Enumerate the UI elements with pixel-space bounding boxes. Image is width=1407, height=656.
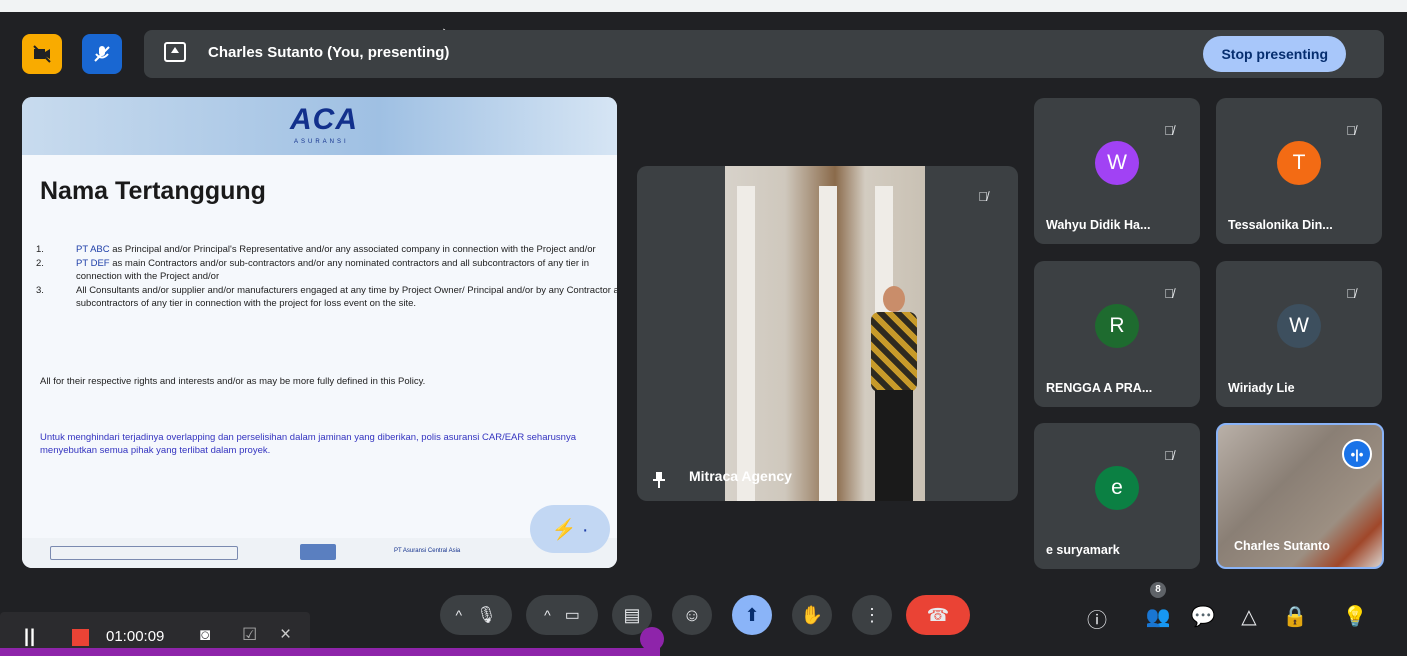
presenter-head	[883, 286, 905, 312]
present-icon: ⬆	[744, 604, 760, 625]
hangup-icon: ☎	[926, 604, 950, 625]
slide-list-item: 2. PT DEF as main Contractors and/or sub-…	[36, 258, 590, 282]
recording-handle[interactable]	[640, 627, 664, 651]
slide-list-item: 3. All Consultants and/or supplier and/or…	[36, 285, 617, 309]
presenter-shirt	[871, 312, 917, 392]
participant-tile[interactable]: 🎙̸ W Wahyu Didik Ha...	[1034, 98, 1200, 244]
mic-muted-icon: 🎙̸	[1164, 123, 1174, 138]
emoji-button[interactable]: ☺	[672, 595, 712, 635]
presenting-bar: Charles Sutanto (You, presenting) Stop p…	[144, 30, 1384, 78]
chevron-up-icon[interactable]: ^	[544, 607, 551, 623]
mic-control-group[interactable]: ^ 🎙	[440, 595, 512, 635]
avatar: T	[1277, 141, 1321, 185]
aca-logo-subtitle: ASURANSI	[294, 139, 349, 145]
browser-top-strip	[0, 0, 1407, 12]
pause-icon[interactable]: | |	[24, 626, 35, 647]
participant-name: e suryamark	[1046, 543, 1120, 557]
participant-tile[interactable]: 🎙̸ R RENGGA A PRA...	[1034, 261, 1200, 407]
presenter-figure	[865, 286, 925, 501]
slide-effects-button[interactable]: ⚡ ·	[530, 505, 610, 553]
mic-muted-icon: 🎙̸	[1346, 123, 1356, 138]
captions-icon: ▤	[623, 604, 641, 625]
more-options-button[interactable]: ⋮	[852, 595, 892, 635]
stop-presenting-button[interactable]: Stop presenting	[1203, 36, 1346, 72]
close-icon[interactable]: ×	[280, 624, 291, 646]
more-icon: ⋮	[863, 604, 881, 625]
self-video-tile[interactable]: •|• Charles Sutanto	[1216, 423, 1384, 569]
participant-name: Wiriady Lie	[1228, 381, 1295, 395]
participant-name: RENGGA A PRA...	[1046, 381, 1153, 395]
hand-icon: ✋	[800, 604, 824, 625]
chat-icon[interactable]: 💬	[1190, 604, 1216, 629]
self-name: Charles Sutanto	[1234, 539, 1330, 553]
edit-icon[interactable]: ☑	[242, 625, 257, 645]
mic-muted-icon: 🎙̸	[1346, 286, 1356, 301]
mic-muted-icon: 🎙̸	[1164, 448, 1174, 463]
chevron-up-icon[interactable]: ^	[456, 607, 463, 623]
speaking-indicator-icon: •|•	[1342, 439, 1372, 469]
leave-call-button[interactable]: ☎	[906, 595, 970, 635]
mic-off-icon	[94, 46, 110, 62]
mic-muted-icon: 🎙̸	[978, 189, 988, 204]
mic-icon[interactable]: 🎙	[476, 605, 496, 625]
slide-footer-text: PT Asuransi Central Asia	[394, 548, 461, 554]
people-icon[interactable]: 👥	[1145, 604, 1171, 629]
camera-off-button[interactable]	[22, 34, 62, 74]
participant-tile[interactable]: 🎙̸ e e suryamark	[1034, 423, 1200, 569]
recording-timer: 01:00:09	[106, 628, 165, 645]
camera-snapshot-icon[interactable]: ◙	[200, 625, 210, 645]
camera-control-group[interactable]: ^ ▭	[526, 595, 598, 635]
present-button[interactable]: ⬆	[732, 595, 772, 635]
presenting-label: Charles Sutanto (You, presenting)	[208, 44, 450, 61]
camera-icon[interactable]: ▭	[565, 605, 580, 625]
slide-title: Nama Tertanggung	[40, 177, 266, 205]
participant-tile[interactable]: 🎙̸ T Tessalonika Din...	[1216, 98, 1382, 244]
host-controls-icon[interactable]: 🔒	[1282, 604, 1308, 629]
slide-note: Untuk menghindari terjadinya overlapping…	[40, 432, 576, 456]
main-video-name: Mitraca Agency	[689, 468, 792, 484]
info-icon[interactable]: ⓘ	[1084, 604, 1110, 633]
avatar: W	[1095, 141, 1139, 185]
participant-name: Tessalonika Din...	[1228, 218, 1333, 232]
avatar: e	[1095, 466, 1139, 510]
activities-icon[interactable]: △	[1236, 604, 1262, 629]
video-pillar	[819, 186, 837, 501]
raise-hand-button[interactable]: ✋	[792, 595, 832, 635]
present-screen-icon	[164, 42, 186, 62]
presenter-pants	[875, 390, 913, 501]
lightbulb-icon[interactable]: 💡	[1342, 604, 1368, 629]
slide-list-item: 1. PT ABC as Principal and/or Principal's…	[36, 244, 596, 255]
mic-muted-icon: 🎙̸	[1164, 286, 1174, 301]
participant-tile[interactable]: 🎙̸ W Wiriady Lie	[1216, 261, 1382, 407]
slide-paragraph: All for their respective rights and inte…	[40, 376, 426, 387]
video-pillar	[737, 186, 755, 501]
avatar: W	[1277, 304, 1321, 348]
video-off-icon	[33, 45, 51, 63]
slide-footer: PT Asuransi Central Asia	[22, 538, 617, 568]
video-frame	[725, 166, 925, 501]
avatar: R	[1095, 304, 1139, 348]
stop-recording-icon[interactable]	[72, 629, 89, 646]
slide-list: 1. PT ABC as Principal and/or Principal's…	[36, 243, 617, 311]
slide-footer-logo	[300, 544, 336, 560]
slide-footer-box	[50, 546, 238, 560]
aca-logo: ACA	[290, 103, 358, 136]
pin-icon[interactable]	[653, 472, 665, 488]
emoji-icon: ☺	[682, 604, 702, 625]
mic-off-button[interactable]	[82, 34, 122, 74]
recording-highlight-bar	[0, 648, 660, 656]
main-video-tile[interactable]: 🎙̸ Mitraca Agency	[637, 166, 1018, 501]
people-count-badge: 8	[1150, 582, 1166, 598]
participant-name: Wahyu Didik Ha...	[1046, 218, 1151, 232]
presentation-slide: ACA ASURANSI Nama Tertanggung 1. PT ABC a…	[22, 97, 617, 568]
